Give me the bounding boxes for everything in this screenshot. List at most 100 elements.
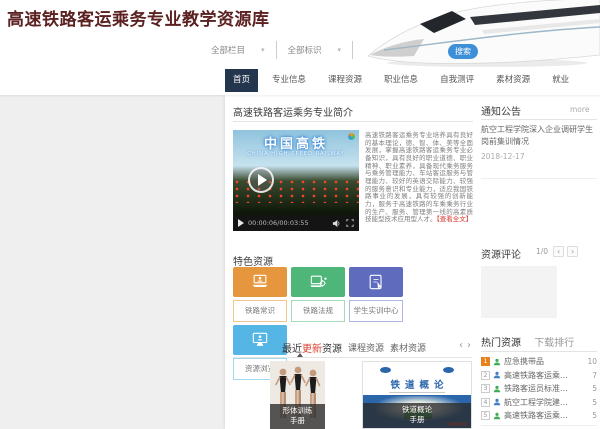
tab-download-ranking[interactable]: 下载排行 bbox=[534, 338, 574, 349]
divider bbox=[481, 425, 597, 426]
publisher-logo-icon bbox=[380, 367, 391, 373]
resource-card-railway-overview[interactable]: 铁道概论 铁道概论 手册 bbox=[362, 361, 472, 429]
divider bbox=[481, 178, 597, 179]
list-item[interactable]: 3 铁路客运员标准... 5 bbox=[481, 382, 597, 396]
video-title-cn: 中国高铁 bbox=[233, 133, 359, 152]
rank-badge: 5 bbox=[481, 411, 490, 420]
pager-next-button[interactable]: › bbox=[567, 246, 578, 257]
site-title: 高速铁路客运乘务专业教学资源库 bbox=[7, 5, 270, 30]
category-dropdown-label: 全部栏目 bbox=[211, 44, 245, 56]
rank-badge: 1 bbox=[481, 357, 490, 366]
user-icon bbox=[493, 358, 501, 366]
video-controls: 00:00:06/00:03:55 bbox=[233, 215, 359, 231]
hot-tabs: 热门资源 下载排行 bbox=[481, 334, 574, 349]
carousel-arrows[interactable]: ‹› bbox=[459, 340, 475, 351]
resource-title: 高速铁路客运乘... bbox=[504, 370, 589, 381]
user-icon bbox=[493, 412, 501, 420]
laptop-user-icon bbox=[233, 267, 287, 297]
comments-empty-box bbox=[481, 266, 557, 318]
tab-material-resources[interactable]: 素材资源 bbox=[390, 341, 426, 354]
resource-card-physical-training[interactable]: 形体训练 手册 bbox=[270, 361, 325, 429]
intro-heading: 高速铁路客运乘务专业简介 bbox=[233, 104, 353, 119]
search-button[interactable]: 搜索 bbox=[448, 44, 478, 59]
tab-hot-resources[interactable]: 热门资源 bbox=[481, 338, 521, 349]
play-icon[interactable] bbox=[238, 219, 244, 227]
resource-title: 航空工程学院建... bbox=[504, 397, 589, 408]
tab-course-resources[interactable]: 课程资源 bbox=[348, 341, 384, 354]
resource-title: 高速铁路客运乘... bbox=[504, 410, 589, 421]
nav-item-self-test[interactable]: 自我测评 bbox=[432, 69, 482, 92]
rank-badge: 2 bbox=[481, 371, 490, 380]
card-caption-line1: 铁道概论 bbox=[363, 405, 471, 415]
chevron-down-icon: ▾ bbox=[338, 46, 342, 54]
comments-pager: 1/0 ‹ › bbox=[536, 246, 578, 257]
tile-railway-knowledge[interactable]: 铁路常识 bbox=[233, 267, 287, 322]
video-time: 00:00:06/00:03:55 bbox=[248, 219, 309, 227]
video-provider-logo-icon bbox=[348, 133, 355, 140]
next-arrow-icon[interactable]: › bbox=[467, 340, 475, 351]
category-dropdown[interactable]: 全部栏目 ▾ bbox=[203, 44, 273, 56]
card-caption-line1: 形体训练 bbox=[270, 406, 325, 416]
play-button[interactable] bbox=[248, 167, 274, 193]
publisher-logo-icon bbox=[443, 367, 454, 373]
nav-item-home[interactable]: 首页 bbox=[225, 69, 258, 92]
list-item[interactable]: 2 高速铁路客运乘... 7 bbox=[481, 369, 597, 383]
resource-count: 5 bbox=[592, 411, 597, 420]
header: 高速铁路客运乘务专业教学资源库 全部栏目 ▾ 全部标识 ▾ 搜索 首页 专业信息… bbox=[0, 0, 600, 95]
notice-item-date: 2018-12-17 bbox=[481, 152, 525, 161]
nav-item-employment[interactable]: 就业 bbox=[544, 69, 577, 92]
pager-count: 1/0 bbox=[536, 247, 548, 256]
rank-badge: 3 bbox=[481, 384, 490, 393]
tag-dropdown-label: 全部标识 bbox=[288, 44, 322, 56]
video-title-en: CHINA HIGH SPEED RAILWAY bbox=[233, 151, 359, 157]
recent-heading-suffix: 资源 bbox=[322, 344, 342, 355]
main-panel: 高速铁路客运乘务专业简介 中国高铁 CHINA HIGH SPEED RAILW… bbox=[225, 95, 600, 429]
main-nav: 首页 专业信息 课程资源 职业信息 自我测评 素材资源 就业 bbox=[225, 69, 577, 92]
tablet-touch-icon bbox=[349, 267, 403, 297]
nav-item-career-info[interactable]: 职业信息 bbox=[376, 69, 426, 92]
book-cover-title: 铁道概论 bbox=[363, 377, 471, 391]
list-item[interactable]: 5 高速铁路客运乘... 5 bbox=[481, 409, 597, 423]
comments-heading: 资源评论 bbox=[481, 246, 521, 261]
chevron-down-icon: ▾ bbox=[261, 46, 265, 54]
rank-badge: 4 bbox=[481, 398, 490, 407]
tile-railway-regulations[interactable]: 铁路法规 bbox=[291, 267, 345, 322]
user-icon bbox=[493, 398, 501, 406]
train-image bbox=[362, 0, 600, 68]
tile-student-training-center[interactable]: 学生实训中心 bbox=[349, 267, 403, 322]
read-more-link[interactable]: 【查看全文】 bbox=[437, 215, 473, 223]
card-caption-line2: 手册 bbox=[270, 416, 325, 426]
user-icon bbox=[493, 371, 501, 379]
divider bbox=[233, 357, 472, 358]
active-tab-marker bbox=[297, 353, 303, 357]
divider bbox=[481, 119, 597, 120]
prev-arrow-icon[interactable]: ‹ bbox=[459, 340, 467, 351]
search-bar: 全部栏目 ▾ 全部标识 ▾ bbox=[203, 40, 356, 60]
nav-item-course-resources[interactable]: 课程资源 bbox=[320, 69, 370, 92]
pager-prev-button[interactable]: ‹ bbox=[553, 246, 564, 257]
recent-heading-highlight: 更新 bbox=[302, 344, 322, 355]
hot-resources-list: 1 应急携带品 10 2 高速铁路客运乘... 7 3 铁路客运员标准... 5… bbox=[481, 355, 597, 423]
card-caption: 铁道概论 手册 bbox=[363, 403, 471, 428]
resource-count: 10 bbox=[587, 357, 597, 366]
video-player[interactable]: 中国高铁 CHINA HIGH SPEED RAILWAY 00:00:06/0… bbox=[233, 130, 359, 231]
divider bbox=[389, 392, 445, 393]
nav-item-material-resources[interactable]: 素材资源 bbox=[488, 69, 538, 92]
user-icon bbox=[493, 385, 501, 393]
intro-text: 高速铁路客运乘务专业培养具有良好的基本理论，德、智、体、美等全面发展，掌握高速铁… bbox=[365, 131, 473, 223]
notice-item-title[interactable]: 航空工程学院深入企业调研学生岗前集训情况 bbox=[481, 124, 594, 149]
list-item[interactable]: 1 应急携带品 10 bbox=[481, 355, 597, 369]
fullscreen-icon[interactable] bbox=[346, 219, 354, 227]
monitor-user-icon bbox=[233, 325, 287, 355]
resource-title: 应急携带品 bbox=[504, 356, 584, 367]
notices-more-link[interactable]: more bbox=[570, 105, 589, 114]
video-screen: 中国高铁 CHINA HIGH SPEED RAILWAY bbox=[233, 130, 359, 215]
tag-dropdown[interactable]: 全部标识 ▾ bbox=[280, 44, 350, 56]
nav-item-major-info[interactable]: 专业信息 bbox=[264, 69, 314, 92]
recent-heading[interactable]: 最近更新资源 bbox=[282, 340, 342, 355]
volume-icon[interactable] bbox=[332, 219, 341, 228]
divider bbox=[481, 351, 597, 352]
resource-count: 7 bbox=[592, 371, 597, 380]
list-item[interactable]: 4 航空工程学院建... 5 bbox=[481, 396, 597, 410]
divider bbox=[233, 121, 473, 122]
